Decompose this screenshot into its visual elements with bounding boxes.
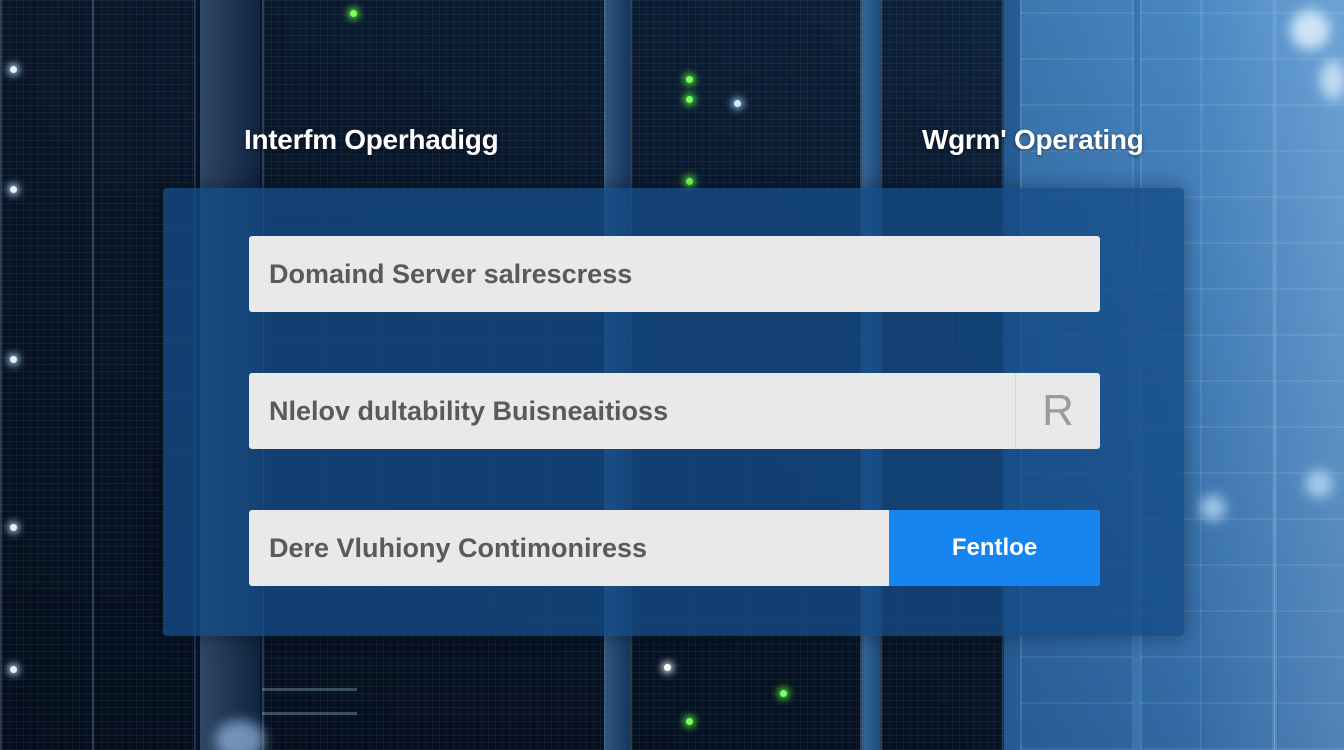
- rack-slat: [262, 688, 357, 691]
- status-led-icon: [734, 100, 741, 107]
- status-led-icon: [10, 524, 17, 531]
- light-glow: [1320, 60, 1344, 100]
- status-led-icon: [10, 66, 17, 73]
- status-led-icon: [686, 76, 693, 83]
- light-glow: [1200, 495, 1226, 521]
- status-led-icon: [780, 690, 787, 697]
- r-icon[interactable]: R: [1015, 373, 1100, 449]
- status-led-icon: [686, 96, 693, 103]
- submit-button[interactable]: Fentloe: [889, 510, 1100, 586]
- status-led-icon: [10, 186, 17, 193]
- server-rack: [0, 0, 94, 750]
- continuity-field[interactable]: Dere Vluhiony Contimoniress Fentloe: [249, 510, 1100, 586]
- continuity-field-value[interactable]: Dere Vluhiony Contimoniress: [249, 510, 889, 586]
- heading-right: Wgrm' Operating: [922, 124, 1144, 155]
- light-glow: [1305, 470, 1333, 498]
- status-led-icon: [664, 664, 671, 671]
- availability-field[interactable]: Nlelov dultability Buisneaitioss R: [249, 373, 1100, 449]
- status-led-icon: [350, 10, 357, 17]
- server-rack: [1275, 0, 1344, 750]
- domain-server-field-value[interactable]: Domaind Server salrescress: [249, 236, 1100, 312]
- server-room-background: Interfm Operhadigg Wgrm' Operating Domai…: [0, 0, 1344, 750]
- server-rack: [1200, 0, 1274, 750]
- heading-left: Interfm Operhadigg: [244, 124, 499, 155]
- status-led-icon: [686, 718, 693, 725]
- domain-server-field[interactable]: Domaind Server salrescress: [249, 236, 1100, 312]
- status-led-icon: [686, 178, 693, 185]
- status-led-icon: [10, 356, 17, 363]
- form-panel: Domaind Server salrescress Nlelov dultab…: [163, 188, 1184, 636]
- rack-slat: [262, 712, 357, 715]
- status-led-icon: [10, 666, 17, 673]
- light-glow: [1290, 10, 1330, 50]
- availability-field-value[interactable]: Nlelov dultability Buisneaitioss: [249, 373, 1015, 449]
